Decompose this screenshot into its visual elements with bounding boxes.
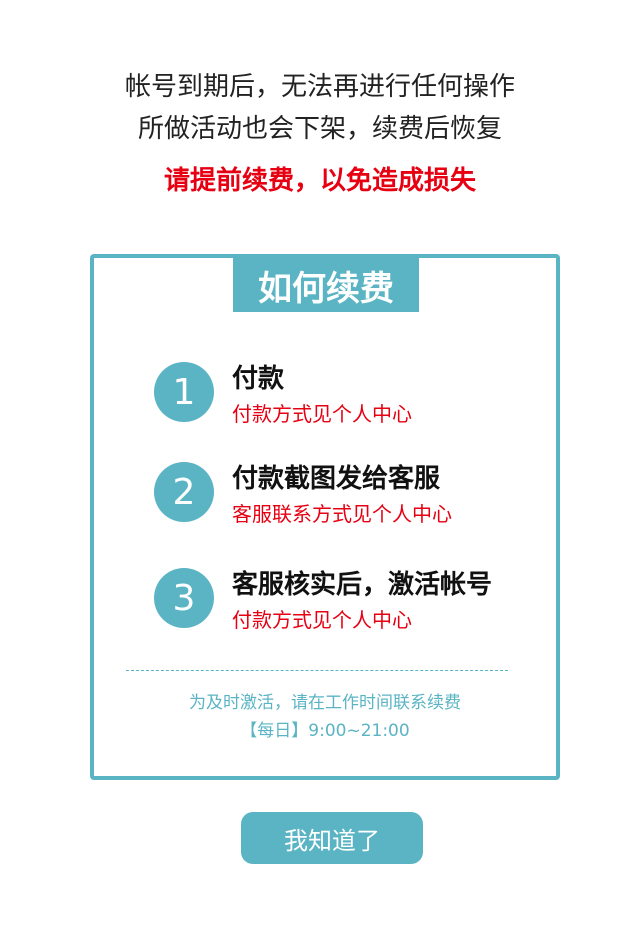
step-number-badge: 3: [154, 568, 214, 628]
working-hours-time: 【每日】9:00~21:00: [240, 721, 410, 741]
step-title: 付款截图发给客服: [232, 464, 441, 494]
acknowledge-button[interactable]: 我知道了: [241, 812, 423, 864]
step-subtitle: 付款方式见个人中心: [232, 402, 412, 426]
step-3: 3 客服核实后，激活帐号 付款方式见个人中心: [152, 564, 532, 644]
warning-text: 请提前续费，以免造成损失: [163, 166, 476, 196]
intro-section: 帐号到期后，无法再进行任何操作 所做活动也会下架，续费后恢复 请提前续费，以免造…: [0, 66, 640, 202]
renewal-card: 如何续费 1 付款 付款方式见个人中心 2 付款截图发给客服 客服联系方式见个人…: [90, 254, 560, 780]
step-number-badge: 2: [154, 462, 214, 522]
step-subtitle: 付款方式见个人中心: [232, 608, 412, 632]
step-title: 付款: [232, 364, 285, 394]
intro-line-1: 帐号到期后，无法再进行任何操作: [124, 72, 515, 102]
dashed-divider: [126, 670, 508, 671]
step-number-badge: 1: [154, 362, 214, 422]
step-subtitle: 客服联系方式见个人中心: [232, 502, 452, 526]
step-1: 1 付款 付款方式见个人中心: [152, 358, 532, 438]
intro-line-2: 所做活动也会下架，续费后恢复: [137, 114, 502, 144]
step-title: 客服核实后，激活帐号: [232, 570, 493, 600]
card-title: 如何续费: [233, 258, 419, 312]
working-hours-note: 为及时激活，请在工作时间联系续费: [189, 693, 461, 713]
step-2: 2 付款截图发给客服 客服联系方式见个人中心: [152, 458, 532, 538]
